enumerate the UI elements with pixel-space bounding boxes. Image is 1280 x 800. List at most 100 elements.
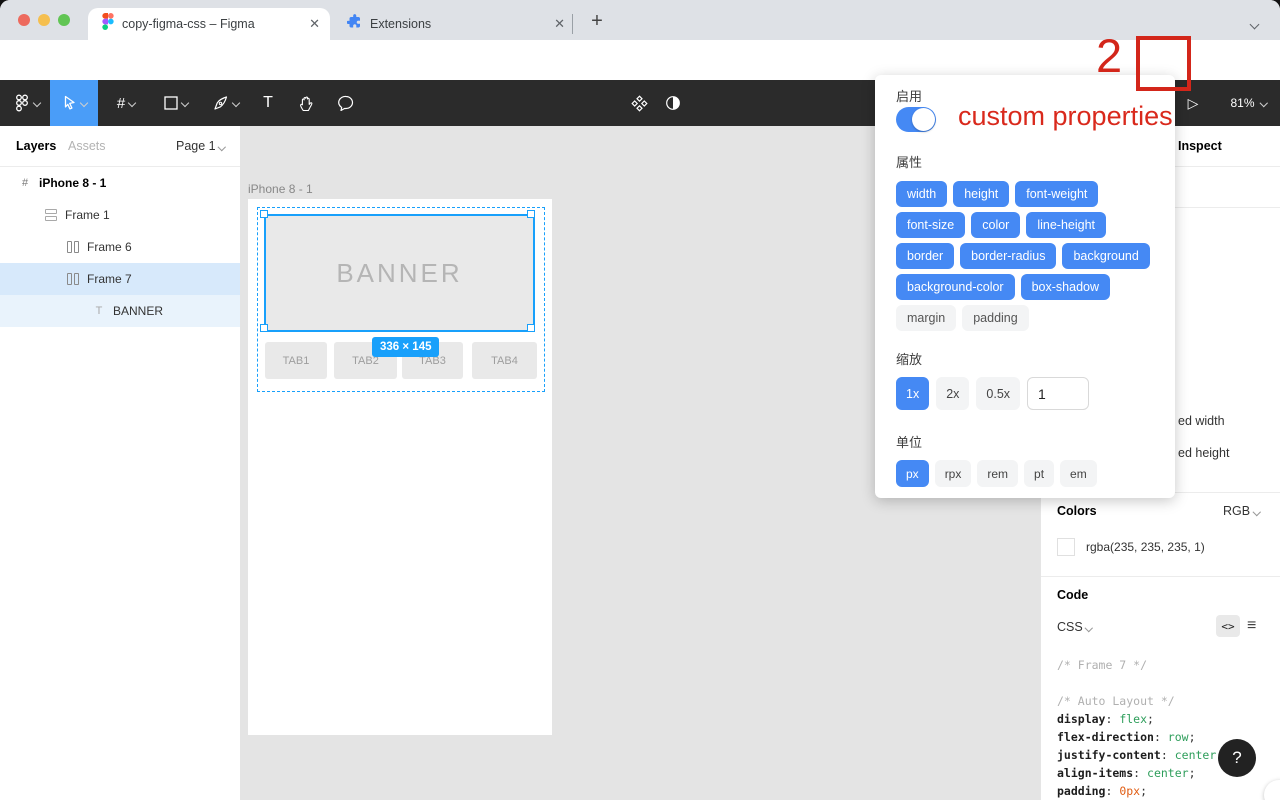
property-chip-width[interactable]: width: [896, 181, 947, 207]
selection-handle-se[interactable]: [527, 324, 535, 332]
page-selector[interactable]: Page 1: [176, 139, 225, 153]
annotation-count: 2: [1096, 28, 1122, 83]
code-view-toggle-icon[interactable]: <>: [1216, 615, 1240, 637]
tab-layers[interactable]: Layers: [16, 139, 56, 153]
text-icon: T: [92, 305, 106, 317]
color-mode-dropdown[interactable]: RGB: [1223, 504, 1259, 518]
layer-tree: #iPhone 8 - 1 Frame 1 Frame 6 Frame 7 T BANNE…: [0, 167, 240, 327]
move-tool-button[interactable]: [50, 80, 98, 126]
layer-row-iphone-8-1[interactable]: #iPhone 8 - 1: [0, 167, 240, 199]
unit-label: 单位: [896, 432, 922, 451]
new-tab-button[interactable]: +: [583, 10, 611, 33]
tab-inspect[interactable]: Inspect: [1178, 139, 1222, 153]
figma-main-menu-button[interactable]: [8, 80, 46, 126]
unit-option-rpx[interactable]: rpx: [935, 460, 972, 487]
frame-tool-button[interactable]: #: [102, 80, 150, 126]
layer-row-frame-7[interactable]: Frame 7: [0, 263, 240, 295]
selection-handle-nw[interactable]: [260, 210, 268, 218]
property-chip-background[interactable]: background: [1062, 243, 1149, 269]
figma-favicon: [102, 13, 114, 35]
property-chip-height[interactable]: height: [953, 181, 1009, 207]
browser-tab-strip: copy-figma-css – Figma ✕ Extensions ✕ +: [0, 0, 1280, 40]
minimize-window-button[interactable]: [38, 14, 50, 26]
properties-label: 属性: [896, 152, 922, 171]
property-chip-color[interactable]: color: [971, 212, 1020, 238]
canvas-tab-tab4[interactable]: TAB4: [472, 342, 537, 379]
unit-options: pxrpxremptem: [896, 460, 1097, 487]
pen-tool-button[interactable]: [202, 80, 250, 126]
help-button[interactable]: ?: [1218, 739, 1256, 777]
layer-label: Frame 7: [87, 272, 132, 286]
unit-option-px[interactable]: px: [896, 460, 929, 487]
layers-panel-header: Layers Assets Page 1: [0, 126, 240, 167]
annotation-highlight-box: [1136, 36, 1191, 91]
autolayout-horizontal-icon: [66, 273, 80, 285]
mask-button[interactable]: [656, 80, 690, 126]
unit-option-pt[interactable]: pt: [1024, 460, 1054, 487]
color-value: rgba(235, 235, 235, 1): [1086, 540, 1205, 554]
fixed-height-label: ed height: [1178, 446, 1229, 460]
scale-option-1x[interactable]: 1x: [896, 377, 929, 410]
layer-row-frame-1[interactable]: Frame 1: [0, 199, 240, 231]
tab-separator: [572, 14, 573, 34]
selection-handle-ne[interactable]: [527, 210, 535, 218]
property-chip-font-weight[interactable]: font-weight: [1015, 181, 1098, 207]
layer-label: Frame 1: [65, 208, 110, 222]
puzzle-icon: [347, 14, 362, 34]
color-swatch[interactable]: [1057, 538, 1075, 556]
scale-option-2x[interactable]: 2x: [936, 377, 969, 410]
fixed-width-label: ed width: [1178, 414, 1225, 428]
property-chip-padding[interactable]: padding: [962, 305, 1029, 331]
canvas-tab-tab1[interactable]: TAB1: [265, 342, 327, 379]
property-chip-border[interactable]: border: [896, 243, 954, 269]
tab-title: Extensions: [370, 17, 544, 31]
tab-assets[interactable]: Assets: [68, 139, 106, 153]
tab-figma[interactable]: copy-figma-css – Figma ✕: [88, 8, 330, 40]
layer-row-banner[interactable]: T BANNER: [0, 295, 240, 327]
scale-options: 1x2x0.5x: [896, 377, 1089, 410]
property-chip-line-height[interactable]: line-height: [1026, 212, 1106, 238]
tab-extensions[interactable]: Extensions ✕: [335, 8, 567, 40]
property-chip-font-size[interactable]: font-size: [896, 212, 965, 238]
code-language-dropdown[interactable]: CSS: [1057, 620, 1092, 634]
comment-icon: [338, 95, 354, 111]
text-tool-button[interactable]: T: [252, 80, 284, 126]
unit-option-rem[interactable]: rem: [977, 460, 1018, 487]
unit-option-em[interactable]: em: [1060, 460, 1097, 487]
layer-label: BANNER: [113, 304, 163, 318]
shape-tool-button[interactable]: [152, 80, 200, 126]
layer-label: iPhone 8 - 1: [39, 176, 106, 190]
close-tab-icon[interactable]: ✕: [309, 16, 320, 32]
tab-search-chevron-icon[interactable]: [1251, 16, 1258, 34]
zoom-level-dropdown[interactable]: 81%: [1230, 80, 1266, 126]
comment-tool-button[interactable]: [328, 80, 364, 126]
layer-label: Frame 6: [87, 240, 132, 254]
component-icon: [631, 95, 648, 112]
code-options-icon[interactable]: ≡: [1247, 617, 1256, 635]
property-chip-background-color[interactable]: background-color: [896, 274, 1015, 300]
hand-icon: [299, 95, 314, 112]
scale-option-0.5x[interactable]: 0.5x: [976, 377, 1020, 410]
create-component-button[interactable]: [622, 80, 656, 126]
rectangle-icon: [164, 96, 178, 110]
banner-element[interactable]: BANNER: [264, 214, 535, 332]
property-chip-border-radius[interactable]: border-radius: [960, 243, 1056, 269]
selection-handle-sw[interactable]: [260, 324, 268, 332]
close-tab-icon[interactable]: ✕: [554, 16, 565, 32]
canvas-frame-label[interactable]: iPhone 8 - 1: [248, 182, 313, 196]
property-chip-box-shadow[interactable]: box-shadow: [1021, 274, 1110, 300]
maximize-window-button[interactable]: [58, 14, 70, 26]
scale-custom-input[interactable]: [1027, 377, 1089, 410]
annotation-caption: custom properties: [958, 101, 1173, 132]
scale-label: 缩放: [896, 349, 922, 368]
enable-toggle[interactable]: [896, 107, 936, 132]
frame-tool-icon: #: [117, 95, 125, 112]
enable-label: 启用: [896, 86, 922, 105]
property-chip-margin[interactable]: margin: [896, 305, 956, 331]
zoom-level: 81%: [1230, 96, 1254, 110]
property-chips: widthheightfont-weight font-sizecolorline…: [896, 181, 1158, 336]
size-badge: 336 × 145: [372, 337, 439, 357]
layer-row-frame-6[interactable]: Frame 6: [0, 231, 240, 263]
hand-tool-button[interactable]: [288, 80, 324, 126]
close-window-button[interactable]: [18, 14, 30, 26]
